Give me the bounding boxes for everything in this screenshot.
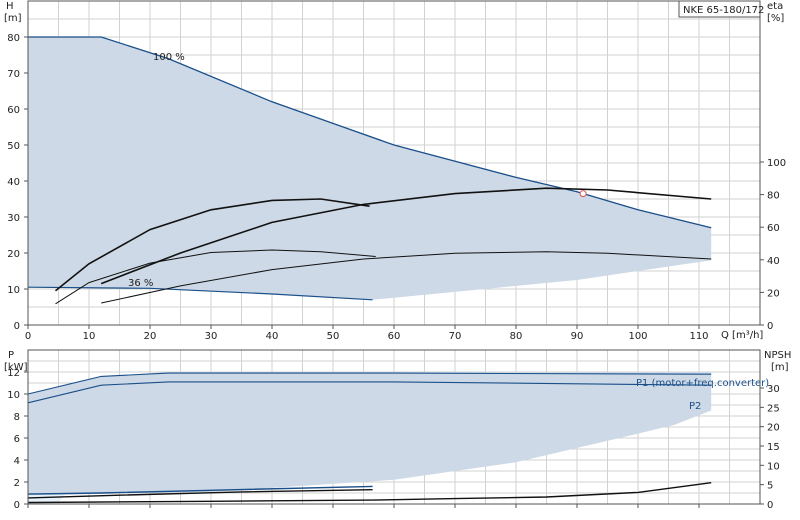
y-tick-label: 60 <box>7 105 20 116</box>
y-tick-label: 80 <box>7 33 20 44</box>
x-tick-label: 30 <box>205 331 218 342</box>
duty-point <box>579 190 587 198</box>
annotation-min-speed: 36 % <box>128 278 153 289</box>
p-tick-label: 0 <box>14 500 20 511</box>
power-envelope <box>28 372 712 496</box>
chart-title: NKE 65-180/172 <box>683 5 764 16</box>
p-tick-label: 6 <box>14 434 20 445</box>
x-tick-label: 40 <box>266 331 279 342</box>
y2-tick-label: 100 <box>767 158 786 169</box>
pump-curve-chart: 0 10 20 30 40 50 60 70 80 90 100 110 01020304050607… <box>4 0 791 511</box>
p-tick-label: 10 <box>7 390 20 401</box>
power-npsh-chart: 024681012 051015202530 P [kW] NPSH [m] P… <box>4 349 791 511</box>
x-tick-label: 70 <box>449 331 462 342</box>
x-tick-label: 90 <box>571 331 584 342</box>
npsh-curve-5 <box>372 482 712 501</box>
npsh-axis-label: NPSH <box>764 350 791 361</box>
annotation-max-speed: 100 % <box>153 52 185 63</box>
npsh-tick-label: 5 <box>767 481 773 492</box>
x-tick-label: 20 <box>144 331 157 342</box>
x-tick-label: 50 <box>327 331 340 342</box>
y2-tick-label: 60 <box>767 223 780 234</box>
y-tick-label: 20 <box>7 249 20 260</box>
x-tick-label: 100 <box>628 331 647 342</box>
y-tick-label: 0 <box>14 321 20 332</box>
legend-p2: P2 <box>689 401 701 412</box>
npsh-tick-label: 0 <box>767 500 773 511</box>
x-tick-label: 60 <box>388 331 401 342</box>
y-tick-label: 50 <box>7 141 20 152</box>
x-axis-label: Q [m³/h] <box>721 330 763 341</box>
npsh-tick-label: 20 <box>767 423 780 434</box>
x-tick-label: 110 <box>689 331 708 342</box>
npsh-axis-unit: [m] <box>771 362 789 373</box>
npsh-curve-4 <box>27 499 373 504</box>
y-axis-unit: [m] <box>4 13 22 24</box>
x-tick-label: 80 <box>510 331 523 342</box>
head-efficiency-chart: 0 10 20 30 40 50 60 70 80 90 100 110 0 10 20 30 40 50 60 7… <box>4 0 786 342</box>
y-tick-label: 70 <box>7 69 20 80</box>
p-tick-label: 8 <box>14 412 20 423</box>
p-axis-label: P <box>8 350 14 361</box>
legend-p1: P1 (motor+freq.converter) <box>636 378 769 389</box>
p-axis-unit: [kW] <box>4 362 28 373</box>
npsh-tick-label: 15 <box>767 442 780 453</box>
y2-tick-label: 20 <box>767 288 780 299</box>
y2-tick-label: 80 <box>767 191 780 202</box>
p-tick-label: 2 <box>14 478 20 489</box>
y2-axis-unit: [%] <box>767 13 784 24</box>
y2-tick-label: 0 <box>767 321 773 332</box>
y2-axis-label: eta <box>767 1 783 12</box>
x-tick-label: 10 <box>83 331 96 342</box>
operating-envelope <box>28 37 712 300</box>
npsh-tick-label: 10 <box>767 461 780 472</box>
y-tick-label: 30 <box>7 213 20 224</box>
y-axis-label: H <box>6 1 14 12</box>
y-tick-label: 10 <box>7 285 20 296</box>
npsh-tick-label: 25 <box>767 403 780 414</box>
p-tick-label: 4 <box>14 456 20 467</box>
x-tick-label: 0 <box>25 331 31 342</box>
y2-tick-label: 40 <box>767 256 780 267</box>
y-tick-label: 40 <box>7 177 20 188</box>
